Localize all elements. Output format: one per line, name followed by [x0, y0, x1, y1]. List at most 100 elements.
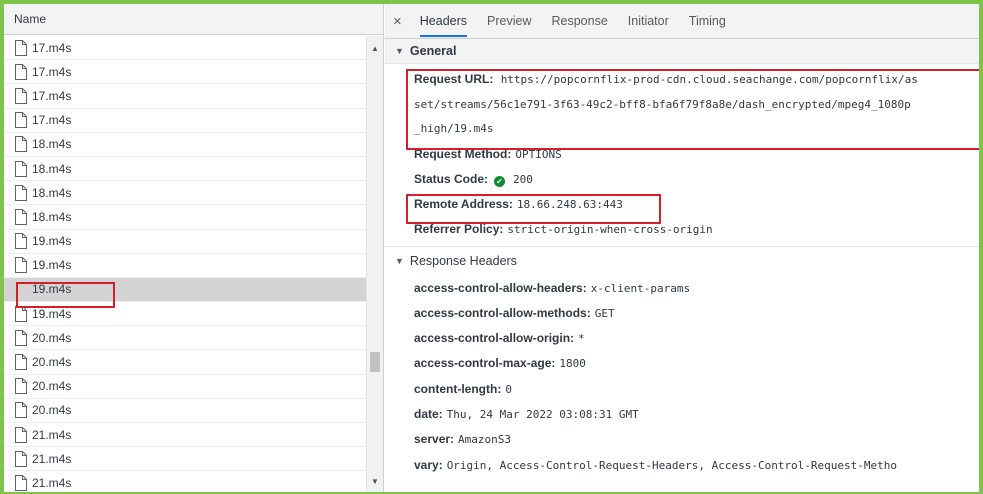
request-row-name: 19.m4s	[32, 234, 72, 249]
request-row-name: 21.m4s	[32, 427, 72, 442]
request-row-name: 18.m4s	[32, 161, 72, 176]
status-code-label: Status Code:	[414, 171, 489, 186]
response-header-row: access-control-allow-origin: *	[385, 326, 979, 351]
tab-initiator[interactable]: Initiator	[628, 5, 669, 37]
request-list-scrollbar[interactable]: ▲ ▼	[366, 36, 383, 492]
request-row[interactable]: 18.m4s	[4, 205, 366, 230]
file-icon	[15, 474, 27, 491]
file-icon	[15, 233, 27, 250]
status-code-row: Status Code: ✔ 200	[385, 167, 979, 192]
status-code-value: 200	[513, 172, 533, 186]
response-header-value: *	[578, 332, 585, 346]
response-header-value: AmazonS3	[458, 433, 512, 447]
response-header-value: 1800	[559, 357, 586, 371]
response-headers-list: access-control-allow-headers: x-client-pa…	[385, 276, 979, 478]
request-row[interactable]: 18.m4s	[4, 157, 366, 182]
request-url-highlight	[406, 69, 979, 150]
request-row[interactable]: 21.m4s	[4, 447, 366, 472]
request-row-name: 17.m4s	[32, 88, 72, 103]
request-row-name: 19.m4s	[32, 258, 72, 273]
request-row[interactable]: 20.m4s	[4, 326, 366, 351]
response-header-row: access-control-allow-headers: x-client-pa…	[385, 276, 979, 301]
response-header-key: content-length:	[414, 381, 502, 396]
response-header-row: vary: Origin, Access-Control-Request-Head…	[385, 453, 979, 478]
response-header-value: GET	[594, 306, 615, 320]
file-icon	[15, 402, 27, 419]
request-row[interactable]: 17.m4s	[4, 60, 366, 85]
request-row[interactable]: 20.m4s	[4, 375, 366, 399]
scroll-thumb[interactable]	[370, 352, 380, 372]
request-row-name: 18.m4s	[32, 137, 72, 152]
referrer-policy-value: strict-origin-when-cross-origin	[507, 222, 713, 236]
request-row-name: 20.m4s	[32, 330, 72, 345]
response-header-row: date: Thu, 24 Mar 2022 03:08:31 GMT	[385, 402, 979, 427]
status-ok-icon: ✔	[494, 175, 506, 187]
request-row-name: 19.m4s	[32, 306, 72, 321]
file-icon	[15, 184, 27, 201]
response-header-key: server:	[414, 432, 455, 447]
response-header-key: vary:	[414, 457, 443, 472]
request-list-pane: Name 17.m4s 17.m4s 17.m4s 17.m4s 18.m4s 18.m4…	[4, 4, 384, 492]
request-row-name: 18.m4s	[32, 209, 72, 224]
selected-request-highlight	[16, 282, 115, 308]
request-row-name: 17.m4s	[32, 64, 72, 79]
request-row[interactable]: 18.m4s	[4, 181, 366, 206]
response-header-row: content-length: 0	[385, 377, 979, 402]
tab-headers[interactable]: Headers	[419, 5, 468, 37]
response-header-row: access-control-allow-methods: GET	[385, 301, 979, 326]
scroll-down-arrow-icon[interactable]: ▼	[371, 477, 379, 486]
request-row-name: 20.m4s	[32, 379, 72, 394]
file-icon	[15, 63, 27, 80]
response-header-value: 0	[505, 382, 512, 396]
response-headers-section-header[interactable]: ▼ Response Headers	[385, 245, 979, 276]
request-row[interactable]: 19.m4s	[4, 254, 366, 278]
close-icon[interactable]: ×	[393, 13, 402, 30]
request-row[interactable]: 17.m4s	[4, 109, 366, 133]
response-header-row: server: AmazonS3	[385, 427, 979, 452]
response-header-key: date:	[414, 406, 443, 421]
response-header-key: access-control-allow-headers:	[414, 280, 587, 295]
request-row[interactable]: 17.m4s	[4, 84, 366, 109]
request-row-name: 17.m4s	[32, 40, 72, 55]
tab-timing[interactable]: Timing	[689, 5, 726, 37]
file-icon	[15, 354, 27, 371]
request-row[interactable]: 19.m4s	[4, 230, 366, 254]
scroll-up-arrow-icon[interactable]: ▲	[371, 44, 379, 53]
request-list: 17.m4s 17.m4s 17.m4s 17.m4s 18.m4s 18.m4s 18.m…	[4, 36, 366, 492]
file-icon	[15, 305, 27, 322]
file-icon	[15, 136, 27, 153]
file-icon	[15, 39, 27, 56]
file-icon	[15, 87, 27, 104]
request-details-pane: × Headers Preview Response Initiator Tim…	[385, 4, 979, 492]
details-tab-bar: × Headers Preview Response Initiator Tim…	[385, 4, 979, 39]
response-header-value: x-client-params	[590, 281, 691, 295]
response-header-key: access-control-max-age:	[414, 356, 556, 371]
request-row-name: 21.m4s	[32, 451, 72, 466]
request-row[interactable]: 20.m4s	[4, 350, 366, 375]
general-section-header[interactable]: ▼ General	[385, 39, 979, 64]
file-icon	[15, 160, 27, 177]
collapse-triangle-icon: ▼	[395, 256, 404, 266]
file-icon	[15, 378, 27, 395]
request-row-name: 20.m4s	[32, 355, 72, 370]
file-icon	[15, 257, 27, 274]
response-header-key: access-control-allow-origin:	[414, 331, 575, 346]
tab-response[interactable]: Response	[551, 5, 607, 37]
collapse-triangle-icon: ▼	[395, 46, 404, 56]
request-row[interactable]: 21.m4s	[4, 471, 366, 492]
response-headers-title: Response Headers	[409, 254, 517, 268]
response-header-value: Origin, Access-Control-Request-Headers, …	[446, 458, 898, 472]
response-header-row: access-control-max-age: 1800	[385, 351, 979, 376]
remote-address-highlight	[406, 194, 661, 224]
request-row[interactable]: 17.m4s	[4, 36, 366, 61]
general-section-title: General	[409, 44, 457, 58]
request-row[interactable]: 18.m4s	[4, 133, 366, 157]
name-column-header[interactable]: Name	[4, 4, 383, 35]
file-icon	[15, 329, 27, 346]
request-row-name: 18.m4s	[32, 185, 72, 200]
request-row-name: 17.m4s	[32, 113, 72, 128]
tab-preview[interactable]: Preview	[487, 5, 531, 37]
file-icon	[15, 450, 27, 467]
request-row[interactable]: 20.m4s	[4, 399, 366, 423]
request-row[interactable]: 21.m4s	[4, 423, 366, 448]
